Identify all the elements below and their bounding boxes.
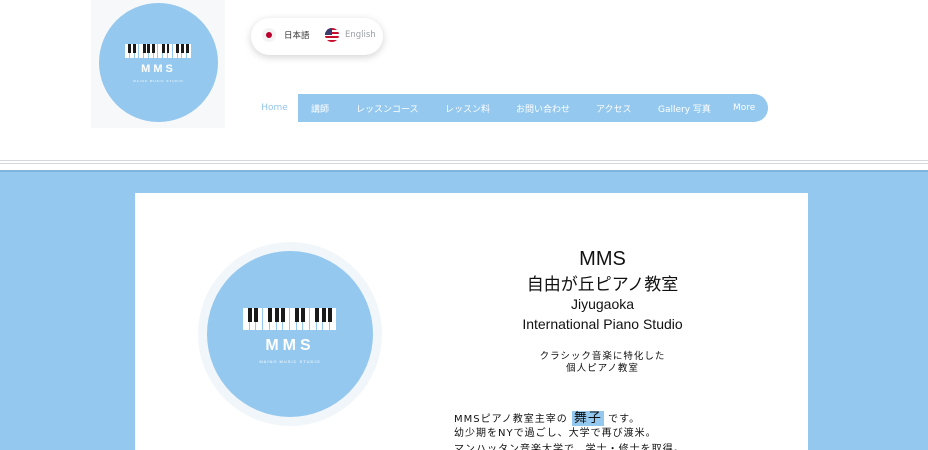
piano-black-key [133, 44, 136, 53]
nav-item-lesson-fees[interactable]: レッスン料 [445, 94, 490, 122]
hero-top-border [0, 170, 928, 172]
hero-title-en-line1: Jiyugaoka [570, 296, 635, 312]
piano-black-key [152, 44, 156, 53]
header-divider [0, 163, 928, 164]
nav-item-instructor[interactable]: 講師 [311, 94, 329, 122]
piano-black-key [321, 308, 326, 322]
piano-black-key [274, 308, 279, 322]
piano-black-key [161, 44, 165, 53]
language-option-english[interactable]: English [325, 28, 376, 42]
nav-item-home[interactable]: Home [251, 94, 298, 122]
piano-black-key [328, 308, 333, 322]
hero-title-en-line2: International Piano Studio [522, 316, 683, 332]
piano-black-key [180, 44, 184, 53]
language-option-japanese[interactable]: 日本語 [262, 28, 310, 42]
logo-subtitle: MAINO MUSIC STUDIO [133, 79, 184, 83]
hero-logo-mark: MMS [265, 337, 315, 354]
nav-item-lesson-courses[interactable]: レッスンコース [356, 94, 419, 122]
us-flag-icon [325, 28, 339, 42]
piano-black-key [254, 308, 259, 322]
piano-black-key [147, 44, 151, 53]
page: MMS MAINO MUSIC STUDIO 日本語 English Home … [0, 0, 928, 450]
intro-line2: 幼少期をNYで過ごし、大学で再び渡米。 [454, 428, 657, 439]
piano-black-key [314, 308, 319, 322]
logo-circle: MMS MAINO MUSIC STUDIO [99, 3, 218, 122]
piano-keys-icon [243, 308, 337, 330]
main-nav: Home 講師 レッスンコース レッスン料 お問い合わせ アクセス Galler… [251, 94, 768, 122]
hero-logo: MMS MAINO MUSIC STUDIO [207, 251, 373, 417]
language-label: 日本語 [284, 31, 310, 41]
piano-black-key [128, 44, 132, 53]
site-logo[interactable]: MMS MAINO MUSIC STUDIO [91, 0, 225, 128]
nav-item-gallery[interactable]: Gallery 写真 [658, 94, 711, 122]
logo-mark: MMS [141, 63, 176, 75]
language-selector: 日本語 English [251, 18, 383, 55]
piano-black-key [185, 44, 189, 53]
nav-item-more[interactable]: More [733, 94, 755, 122]
piano-black-key [142, 44, 146, 53]
piano-black-key [247, 308, 252, 322]
nav-bar: 講師 レッスンコース レッスン料 お問い合わせ アクセス Gallery 写真 … [298, 94, 768, 122]
piano-black-key [294, 308, 299, 322]
nav-item-contact[interactable]: お問い合わせ [516, 94, 570, 122]
piano-black-key [166, 44, 170, 53]
hero-tagline-line2: 個人ピアノ教室 [566, 363, 639, 374]
piano-keys-icon [125, 44, 192, 58]
piano-black-key [281, 308, 286, 322]
hero-title-jp: 自由が丘ピアノ教室 [526, 275, 679, 295]
piano-black-key [267, 308, 272, 322]
header-divider [0, 160, 928, 161]
japan-flag-icon [262, 28, 276, 42]
hero-logo-subtitle: MAINO MUSIC STUDIO [259, 359, 321, 364]
piano-black-key [301, 308, 306, 322]
piano-black-key [176, 44, 180, 53]
hero-title-mms: MMS [579, 248, 626, 270]
nav-item-access[interactable]: アクセス [596, 94, 632, 122]
intro-line3: マンハッタン音楽大学で、学士・修士を取得。 [454, 444, 685, 450]
language-label: English [345, 30, 376, 40]
